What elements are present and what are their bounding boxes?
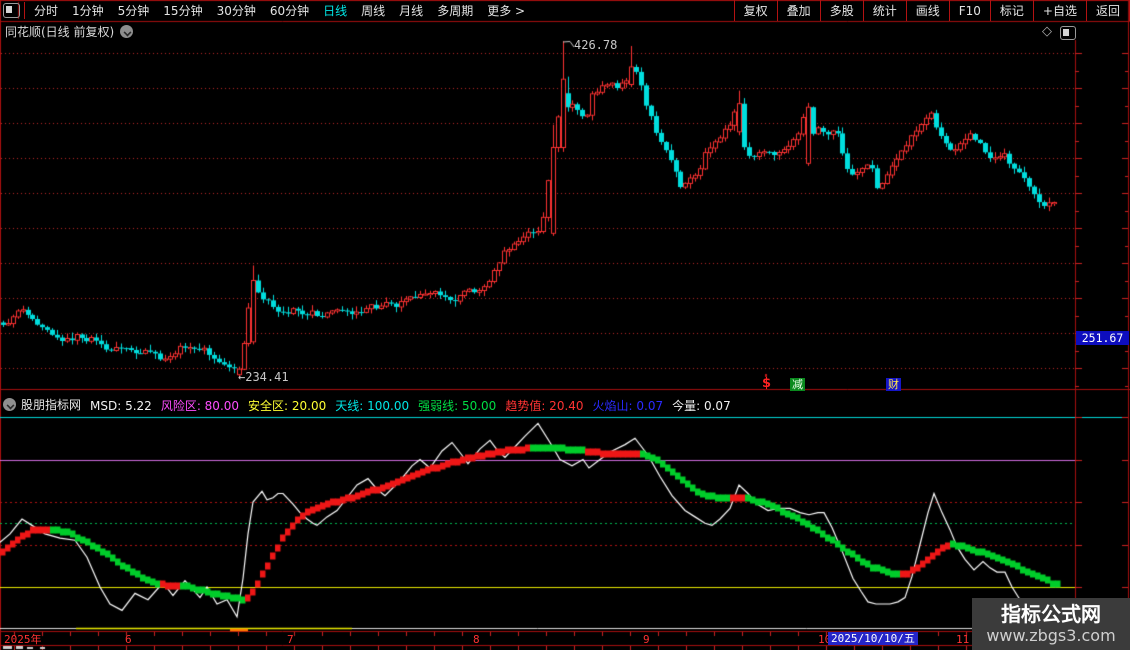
- chevron-down-icon[interactable]: [3, 398, 16, 411]
- menu-item-月线[interactable]: 月线: [399, 2, 423, 19]
- menu-item-更多 >[interactable]: 更多 >: [487, 2, 525, 19]
- toolbar-button-标记[interactable]: 标记: [989, 0, 1033, 21]
- toolbar-button-返回[interactable]: 返回: [1085, 0, 1130, 21]
- indicator-param: 天线: 100.00: [335, 399, 410, 412]
- top-toolbar: 分时 1分钟 5分钟 15分钟 30分钟 60分钟 日线 周线 月线 多周期 更多 > 复权 叠加 多股…: [0, 0, 1130, 21]
- indicator-param: MSD: 5.22: [90, 399, 152, 412]
- watermark: 指标公式网 www.zbgs3.com: [972, 598, 1130, 650]
- watermark-title: 指标公式网: [1001, 602, 1101, 626]
- menu-item-5分钟[interactable]: 5分钟: [118, 2, 150, 19]
- chart-canvas[interactable]: [0, 0, 1130, 650]
- menu-item-1分钟[interactable]: 1分钟: [72, 2, 104, 19]
- toolbar-button-F10[interactable]: F10: [948, 0, 990, 21]
- menu-item-周线[interactable]: 周线: [361, 2, 385, 19]
- date-label: 7: [287, 633, 294, 646]
- toolbar-button-叠加[interactable]: 叠加: [776, 0, 820, 21]
- date-label: 8: [473, 633, 480, 646]
- date-label: 11: [956, 633, 970, 646]
- high-annotation: 426.78: [574, 38, 618, 52]
- date-label: 9: [643, 633, 650, 646]
- toolbar-buttons: 复权 叠加 多股 统计 画线 F10 标记 +自选 返回: [733, 0, 1130, 21]
- chevron-down-icon[interactable]: [120, 24, 134, 38]
- page-title: 同花顺(日线 前复权): [5, 24, 115, 39]
- app-window: 分时 1分钟 5分钟 15分钟 30分钟 60分钟 日线 周线 月线 多周期 更多 > 复权 叠加 多股…: [0, 0, 1130, 650]
- panel-layout-icon[interactable]: [1060, 26, 1076, 40]
- title-row: 同花顺(日线 前复权): [0, 22, 1130, 40]
- period-menu: 分时 1分钟 5分钟 15分钟 30分钟 60分钟 日线 周线 月线 多周期 更多 >: [27, 2, 532, 19]
- date-highlight: 2025/10/10/五: [828, 632, 918, 645]
- diamond-icon[interactable]: ◇: [1042, 25, 1052, 38]
- indicator-header: 股朋指标网 MSD: 5.22 风险区: 80.00 安全区: 20.00 天线: 1…: [0, 397, 1075, 412]
- indicator-params: MSD: 5.22 风险区: 80.00 安全区: 20.00 天线: 100.00 强…: [81, 397, 731, 412]
- menu-item-60分钟[interactable]: 60分钟: [270, 2, 309, 19]
- indicator-param: 安全区: 20.00: [248, 399, 327, 412]
- toolbar-button-复权[interactable]: 复权: [733, 0, 777, 21]
- date-label: 6: [125, 633, 132, 646]
- toolbar-button-统计[interactable]: 统计: [862, 0, 906, 21]
- menu-item-多周期[interactable]: 多周期: [437, 2, 473, 19]
- toolbar-button-+自选[interactable]: +自选: [1032, 0, 1086, 21]
- toolbar-button-多股[interactable]: 多股: [819, 0, 863, 21]
- indicator-param: 火焰山: 0.07: [592, 399, 664, 412]
- last-price-badge: 251.67: [1076, 331, 1129, 345]
- indicator-name[interactable]: 股朋指标网: [21, 397, 81, 412]
- window-icon[interactable]: [3, 3, 20, 18]
- menu-item-15分钟[interactable]: 15分钟: [163, 2, 202, 19]
- date-label: 2025年: [4, 633, 42, 646]
- watermark-url: www.zbgs3.com: [986, 626, 1116, 645]
- indicator-param: 风险区: 80.00: [160, 399, 240, 412]
- low-annotation: ←234.41: [238, 370, 289, 384]
- menu-item-日线[interactable]: 日线: [323, 2, 347, 19]
- signal-marker-reduce: 减: [790, 378, 805, 391]
- indicator-param: 今量: 0.07: [672, 399, 731, 412]
- indicator-param: 强弱线: 50.00: [418, 399, 497, 412]
- signal-marker-dollar: $: [762, 376, 772, 391]
- toolbar-button-画线[interactable]: 画线: [905, 0, 949, 21]
- toolbar-divider: [24, 2, 25, 19]
- indicator-param: 趋势值: 20.40: [505, 399, 584, 412]
- menu-item-分时[interactable]: 分时: [34, 2, 58, 19]
- menu-item-30分钟[interactable]: 30分钟: [217, 2, 256, 19]
- signal-marker-wealth: 财: [886, 378, 901, 391]
